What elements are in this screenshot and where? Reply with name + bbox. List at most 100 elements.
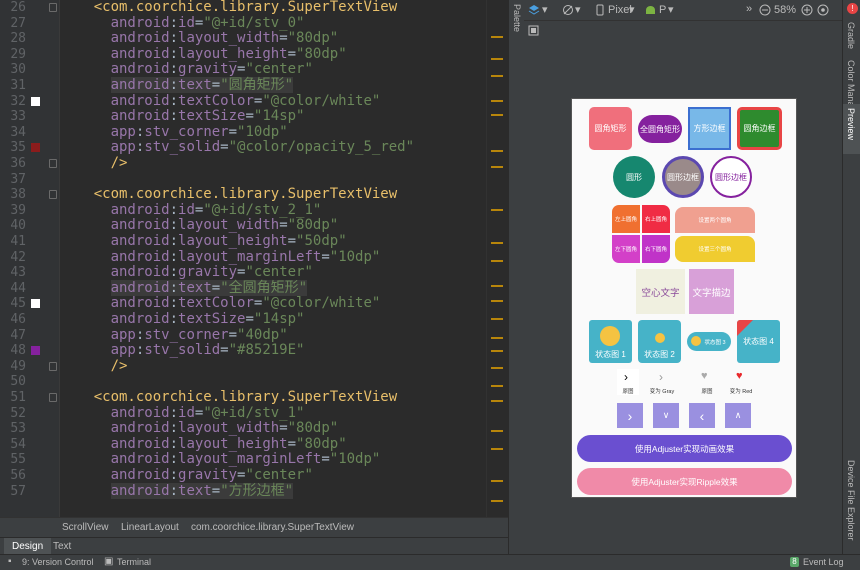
tab-text[interactable]: Text: [45, 538, 79, 555]
hollow-text-view[interactable]: 空心文字: [636, 269, 685, 314]
event-log-tab[interactable]: Event Log: [803, 557, 844, 567]
device-file-explorer-tab[interactable]: Device File Explorer: [846, 460, 856, 541]
code-line[interactable]: <com.coorchice.library.SuperTextView: [60, 186, 486, 203]
color-swatch-icon[interactable]: [31, 96, 40, 106]
warning-marker[interactable]: [491, 260, 503, 262]
zoom-fit-icon[interactable]: [817, 4, 829, 16]
code-line[interactable]: />: [60, 358, 486, 375]
state-image-4[interactable]: 状态图 4: [737, 320, 780, 363]
chevron-down-icon[interactable]: ▾: [575, 3, 581, 16]
state-image-2[interactable]: 状态图 2: [638, 320, 681, 363]
code-line[interactable]: android:layout_marginLeft="10dp": [60, 452, 486, 468]
code-line[interactable]: android:textSize="14sp": [60, 108, 486, 125]
code-line[interactable]: android:layout_width="80dp": [60, 420, 486, 437]
warning-marker[interactable]: [491, 480, 503, 482]
bottom-right-corner-view[interactable]: 右下圆角: [642, 235, 670, 263]
breadcrumb-item[interactable]: ScrollView: [62, 522, 109, 533]
android-icon[interactable]: [645, 5, 656, 15]
warning-marker[interactable]: [491, 300, 503, 302]
chevron-left-button[interactable]: ‹: [689, 403, 715, 428]
code-editor[interactable]: 26 27 28 29 30 31 32 33 34 35 36 37 38 39 40 41 42 43 44 45…: [0, 0, 508, 517]
rounded-rect-view[interactable]: 圆角矩形: [589, 107, 632, 150]
state-image-3[interactable]: 状态图 3: [687, 332, 731, 351]
code-line[interactable]: android:textColor="@color/white": [60, 93, 486, 110]
chevron-down-icon[interactable]: ▾: [542, 3, 548, 16]
warning-marker[interactable]: [491, 385, 503, 387]
editor-error-stripe[interactable]: [486, 0, 508, 517]
chevron-up-button[interactable]: ∧: [725, 403, 751, 428]
chevron-down-button[interactable]: ∨: [653, 403, 679, 428]
gray-arrow-view[interactable]: › 变为 Gray: [649, 369, 675, 395]
top-right-corner-view[interactable]: 右上圆角: [642, 205, 670, 233]
warning-marker[interactable]: [491, 36, 503, 38]
square-border-view[interactable]: 方形边框: [688, 107, 731, 150]
warning-marker[interactable]: [491, 367, 503, 369]
warning-marker[interactable]: [491, 75, 503, 77]
code-line[interactable]: android:layout_marginLeft="10dp": [60, 249, 486, 266]
code-line[interactable]: android:gravity="center": [60, 467, 486, 484]
warning-marker[interactable]: [491, 166, 503, 168]
code-line[interactable]: [60, 172, 486, 188]
fold-marker-icon[interactable]: [49, 361, 57, 371]
code-line[interactable]: android:text="全圆角矩形": [60, 279, 486, 297]
code-line[interactable]: />: [60, 155, 486, 172]
warning-marker[interactable]: [491, 209, 503, 211]
code-line[interactable]: android:layout_height="50dp": [60, 233, 486, 250]
terminal-tab[interactable]: Terminal: [117, 557, 151, 567]
fold-marker-icon[interactable]: [49, 393, 57, 402]
warning-marker[interactable]: [491, 318, 503, 320]
chevron-down-icon[interactable]: ▾: [668, 3, 674, 16]
warning-marker[interactable]: [491, 448, 503, 450]
text-stroke-view[interactable]: 文字描边: [689, 269, 734, 314]
code-line[interactable]: app:stv_solid="@color/opacity_5_red": [60, 140, 486, 156]
fold-marker-icon[interactable]: [49, 3, 57, 12]
gradle-tab[interactable]: Gradle: [846, 22, 856, 49]
code-line[interactable]: android:textColor="@color/white": [60, 296, 486, 312]
zoom-in-icon[interactable]: [801, 4, 813, 16]
code-line[interactable]: <com.coorchice.library.SuperTextView: [60, 0, 486, 16]
top-left-corner-view[interactable]: 左上圆角: [612, 205, 640, 233]
layers-icon[interactable]: [528, 4, 540, 16]
breadcrumb-item[interactable]: com.coorchice.library.SuperTextView: [191, 522, 354, 533]
more-icon[interactable]: »: [746, 3, 752, 15]
code-line[interactable]: android:layout_height="80dp": [60, 436, 486, 453]
red-heart-view[interactable]: ♥ 变为 Red: [728, 369, 754, 395]
warning-marker[interactable]: [491, 114, 503, 116]
code-line[interactable]: android:gravity="center": [60, 264, 486, 281]
code-line[interactable]: android:layout_width="80dp": [60, 218, 486, 234]
original-heart-view[interactable]: ♥ 原图: [696, 369, 718, 395]
adjuster-animation-button[interactable]: 使用Adjuster实现动画效果: [577, 435, 792, 462]
code-line[interactable]: app:stv_corner="10dp": [60, 124, 486, 141]
code-line[interactable]: android:id="@+id/stv_0": [60, 15, 486, 32]
circle-border-outline-view[interactable]: 圆形边框: [710, 156, 752, 198]
warning-marker[interactable]: [491, 500, 503, 502]
code-line[interactable]: android:layout_width="80dp": [60, 30, 486, 47]
api-selector[interactable]: P: [659, 4, 666, 16]
preview-tab[interactable]: Preview: [846, 108, 856, 140]
warning-marker[interactable]: [491, 100, 503, 102]
code-line[interactable]: android:id="@+id/stv_1": [60, 405, 486, 422]
color-swatch-icon[interactable]: [31, 299, 40, 309]
full-rounded-view[interactable]: 全圆角矩形: [638, 115, 682, 143]
chevron-right-button[interactable]: ›: [617, 403, 643, 428]
code-line[interactable]: app:stv_corner="40dp": [60, 327, 486, 344]
version-control-icon[interactable]: ▪: [8, 556, 12, 567]
code-line[interactable]: android:gravity="center": [60, 62, 486, 78]
palette-tab[interactable]: Palette: [512, 4, 522, 32]
fold-marker-icon[interactable]: [49, 159, 57, 168]
chevron-down-icon[interactable]: ▾: [629, 3, 635, 16]
code-line[interactable]: <com.coorchice.library.SuperTextView: [60, 389, 486, 406]
warning-marker[interactable]: [491, 400, 503, 402]
warning-marker[interactable]: [491, 242, 503, 244]
terminal-icon[interactable]: ▣: [104, 556, 113, 567]
bottom-left-corner-view[interactable]: 左下圆角: [612, 235, 640, 263]
version-control-tab[interactable]: 9: Version Control: [22, 557, 94, 567]
breadcrumb-item[interactable]: LinearLayout: [121, 522, 179, 533]
error-indicator-icon[interactable]: !: [847, 3, 858, 14]
adjuster-ripple-button[interactable]: 使用Adjuster实现Ripple效果: [577, 468, 792, 495]
state-image-1[interactable]: 状态图 1: [589, 320, 632, 363]
warning-marker[interactable]: [491, 430, 503, 432]
three-corners-view[interactable]: 设置三个圆角: [675, 236, 755, 262]
fold-marker-icon[interactable]: [49, 190, 57, 200]
warning-marker[interactable]: [491, 350, 503, 352]
